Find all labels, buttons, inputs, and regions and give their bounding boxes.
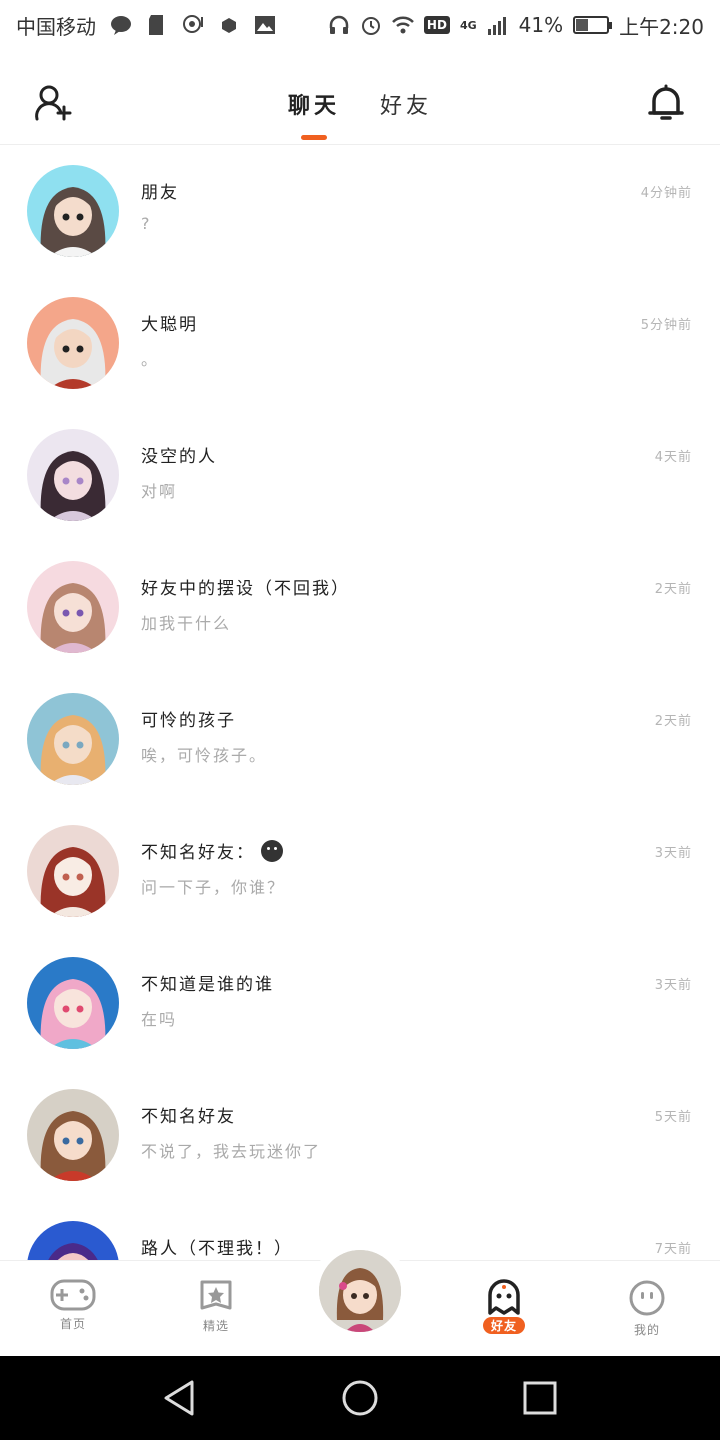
chat-timestamp: 3天前: [654, 846, 692, 861]
wifi-icon: [392, 16, 414, 34]
nav-mine-label: 我的: [633, 1323, 660, 1337]
chat-list-item[interactable]: 好友中的摆设（不回我） 加我干什么 2天前: [0, 542, 720, 674]
tab-indicator: [300, 135, 327, 140]
avatar[interactable]: [27, 1089, 119, 1181]
chat-timestamp: 4天前: [654, 450, 692, 465]
chat-bubble-icon: [111, 16, 131, 35]
app-header: 聊天 好友: [0, 50, 720, 145]
chat-timestamp: 5天前: [654, 1110, 692, 1125]
chat-last-message: 在吗: [141, 1010, 178, 1029]
chat-name: 可怜的孩子: [141, 711, 236, 731]
chat-last-message: 唉，可怜孩子。: [141, 746, 268, 765]
chat-name: 好友中的摆设（不回我）: [141, 579, 350, 599]
sd-card-icon: [149, 15, 163, 35]
image-icon: [255, 16, 275, 34]
chat-name: 不知名好友: [141, 1107, 236, 1127]
nav-home[interactable]: 首页: [33, 1279, 113, 1332]
carrier-label: 中国移动: [16, 14, 96, 39]
nav-featured[interactable]: 精选: [176, 1279, 256, 1334]
back-icon[interactable]: [160, 1378, 200, 1418]
dot-icon: [222, 18, 236, 33]
ghost-icon: [488, 1279, 520, 1315]
chat-name: 路人（不理我！）: [141, 1239, 293, 1259]
location-icon: [183, 15, 203, 33]
chat-last-message: 加我干什么: [141, 614, 232, 633]
avatar[interactable]: [27, 165, 119, 257]
tab-friends[interactable]: 好友: [380, 88, 432, 134]
chat-last-message: ?: [141, 214, 152, 233]
clock: 上午2:20: [619, 14, 704, 39]
bottom-nav: 首页 精选 好友 我的: [0, 1241, 720, 1356]
avatar[interactable]: [27, 561, 119, 653]
avatar[interactable]: [27, 297, 119, 389]
smiley-icon: [261, 840, 283, 862]
chat-timestamp: 2天前: [654, 714, 692, 729]
tab-chat-label: 聊天: [287, 94, 340, 119]
chat-list-item[interactable]: 不知道是谁的谁 在吗 3天前: [0, 938, 720, 1070]
gamepad-icon: [50, 1279, 96, 1311]
tab-chat[interactable]: 聊天: [287, 88, 340, 140]
nav-mine[interactable]: 我的: [607, 1279, 687, 1338]
avatar[interactable]: [27, 957, 119, 1049]
tab-bar: 聊天 好友: [0, 88, 720, 140]
avatar[interactable]: [27, 429, 119, 521]
avatar[interactable]: [27, 1221, 119, 1260]
alarm-icon: [361, 17, 380, 35]
chat-name: 朋友: [141, 183, 179, 203]
headphones-icon: [329, 15, 349, 34]
chat-timestamp: 5分钟前: [640, 318, 692, 333]
signal-icon: [487, 17, 506, 35]
chat-list-item[interactable]: 不知名好友不说了，我去玩迷你了 5天前: [0, 1070, 720, 1202]
nav-home-label: 首页: [59, 1317, 86, 1331]
chat-name: 没空的人: [141, 447, 217, 467]
chat-timestamp: 2天前: [654, 582, 692, 597]
chat-timestamp: 4分钟前: [640, 186, 692, 201]
status-bar: 中国移动 HD 4G 41% 上午2:20: [0, 0, 720, 50]
bell-icon[interactable]: [648, 83, 684, 123]
network-label: 4G: [459, 18, 477, 32]
chat-timestamp: 3天前: [654, 978, 692, 993]
chat-last-message: 问一下子，你谁？: [141, 878, 286, 897]
recents-icon[interactable]: [520, 1378, 560, 1418]
chat-list-item[interactable]: 不知名好友： 问一下子，你谁？ 3天前: [0, 806, 720, 938]
star-icon: [200, 1280, 232, 1310]
avatar[interactable]: [27, 825, 119, 917]
hd-badge: HD: [423, 16, 450, 34]
nav-friends-label: 好友: [482, 1317, 525, 1334]
chat-last-message: 对啊: [141, 482, 178, 501]
chat-timestamp: 7天前: [654, 1242, 692, 1257]
avatar: [319, 1250, 401, 1332]
home-icon[interactable]: [340, 1378, 380, 1418]
center-avatar-button[interactable]: [310, 1241, 410, 1341]
battery-percent: 41%: [518, 13, 564, 37]
chat-name: 大聪明: [141, 315, 198, 335]
system-nav-bar: [0, 1356, 720, 1440]
tab-friends-label: 好友: [380, 94, 433, 119]
chat-last-message: 不说了，我去玩迷你了: [141, 1142, 322, 1161]
chat-name: 不知名好友：: [141, 838, 283, 863]
chat-last-message: 。: [141, 350, 160, 369]
nav-friends[interactable]: 好友: [464, 1279, 544, 1334]
avatar[interactable]: [27, 693, 119, 785]
chat-list-item[interactable]: 大聪明。 5分钟前: [0, 278, 720, 410]
chat-name: 不知道是谁的谁: [141, 975, 274, 995]
battery-icon: [573, 16, 613, 34]
face-icon: [629, 1280, 665, 1316]
chat-list-item[interactable]: 可怜的孩子唉，可怜孩子。 2天前: [0, 674, 720, 806]
chat-list[interactable]: 朋友? 4分钟前 大聪明。 5分钟前 没空的人对啊 4天前 好友中的摆设（不回我） 加我…: [0, 146, 720, 1260]
chat-list-item[interactable]: 朋友? 4分钟前: [0, 146, 720, 278]
nav-featured-label: 精选: [202, 1319, 229, 1333]
chat-list-item[interactable]: 没空的人对啊 4天前: [0, 410, 720, 542]
